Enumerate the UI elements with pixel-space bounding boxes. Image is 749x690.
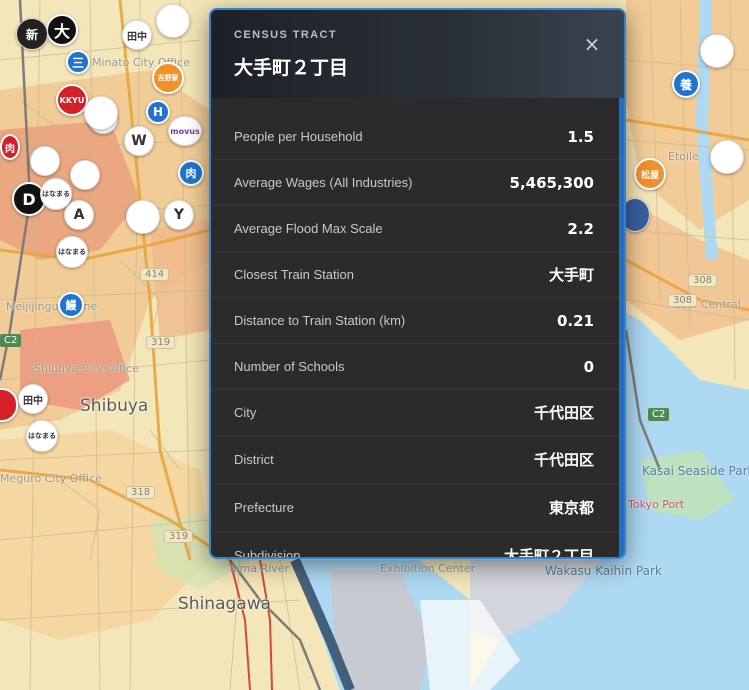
poi-marker-yo[interactable]: 養 (672, 70, 700, 98)
poi-marker-restaurant-4[interactable] (710, 140, 744, 174)
route-c2: C2 (0, 334, 22, 347)
close-button[interactable]: × (580, 32, 604, 56)
attribute-value: 大手町２丁目 (503, 547, 594, 559)
popup-header: CENSUS TRACT 大手町２丁目 × (211, 10, 624, 98)
attribute-value: 5,465,300 (509, 173, 594, 192)
attribute-label: Average Wages (All Industries) (234, 175, 413, 190)
label-shinagawa: Shinagawa (178, 594, 272, 614)
poi-marker-meat-2[interactable]: 肉 (0, 134, 20, 160)
attribute-label: Prefecture (234, 500, 294, 515)
attribute-label: Distance to Train Station (km) (234, 313, 406, 328)
poi-marker-restaurant-5[interactable] (126, 200, 160, 234)
label-meguro-office: Meguro City Office (0, 472, 102, 485)
attribute-value: 千代田区 (533, 451, 594, 469)
attribute-value: 1.5 (567, 127, 594, 146)
attribute-row-subdivision: Subdivision 大手町２丁目 (211, 532, 621, 559)
label-shibuya-office: Shibuya City Office (34, 362, 139, 375)
route-319b: 319 (164, 530, 194, 543)
attribute-row-flood-scale: Average Flood Max Scale 2.2 (211, 206, 621, 252)
attribute-value: 0 (583, 357, 594, 376)
close-icon: × (583, 32, 601, 56)
poi-marker-y[interactable]: Y (164, 200, 194, 230)
poi-marker-restaurant-2[interactable] (156, 4, 190, 38)
poi-marker-hotel[interactable]: H (146, 100, 170, 124)
label-tokyo-port: Tokyo Port (628, 498, 685, 511)
attribute-label: Number of Schools (234, 359, 345, 374)
attribute-label: Subdivision (234, 548, 301, 559)
poi-marker-tanaka-2[interactable]: 田中 (18, 384, 48, 414)
attribute-value: 千代田区 (533, 404, 594, 422)
attribute-row-district: District 千代田区 (211, 436, 621, 484)
route-308: 308 (688, 274, 718, 287)
poi-marker-restaurant-3[interactable] (700, 34, 734, 68)
attribute-label: People per Household (234, 129, 363, 144)
popup-kicker: CENSUS TRACT (234, 29, 337, 41)
label-tama: Tama River (228, 562, 290, 575)
poi-marker-dai[interactable]: 大 (46, 14, 78, 46)
attribute-value: 2.2 (567, 219, 594, 238)
attribute-row-prefecture: Prefecture 東京都 (211, 484, 621, 532)
poi-marker-meat[interactable]: 肉 (178, 160, 204, 186)
attribute-value: 0.21 (556, 311, 594, 330)
label-kasai-seaside: Kasai Seaside Park (642, 464, 749, 478)
poi-marker-w[interactable]: W (124, 126, 154, 156)
census-tract-popup: CENSUS TRACT 大手町２丁目 × People per Househo… (209, 8, 626, 559)
popup-title: 大手町２丁目 (234, 57, 349, 79)
poi-marker-hanamaru[interactable]: はなまる (56, 236, 88, 268)
attribute-row-city: City 千代田区 (211, 390, 621, 436)
attribute-row-schools: Number of Schools 0 (211, 344, 621, 390)
route-414: 414 (140, 268, 170, 281)
poi-marker-hanamaru-3[interactable]: はなまる (40, 178, 72, 210)
poi-marker-hanamaru-2[interactable]: はなまる (26, 420, 58, 452)
poi-marker-eel[interactable]: 鰻 (58, 292, 84, 318)
poi-marker-tanaka-3[interactable]: 田中 (122, 20, 152, 50)
attribute-label: City (234, 405, 257, 420)
route-318: 318 (126, 486, 156, 499)
attribute-value: 大手町 (548, 266, 594, 284)
attribute-row-station-distance: Distance to Train Station (km) 0.21 (211, 298, 621, 344)
poi-marker-yoshinoya[interactable]: 吉野家 (152, 62, 184, 94)
poi-marker-restaurant-7[interactable] (70, 160, 100, 190)
poi-marker-restaurant[interactable] (84, 96, 118, 130)
route-319: 319 (146, 336, 176, 349)
attribute-row-average-wages: Average Wages (All Industries) 5,465,300 (211, 160, 621, 206)
label-etoile: Etoile (668, 150, 699, 163)
attribute-row-closest-station: Closest Train Station 大手町 (211, 252, 621, 298)
poi-marker-mitsu[interactable]: 三 (66, 50, 90, 74)
popup-scrollbar[interactable] (619, 98, 624, 557)
route-308b: 308 (668, 294, 698, 307)
route-c2b: C2 (648, 408, 670, 421)
label-exhibition: Exhibition Center (380, 562, 476, 575)
label-wakasu: Wakasu Kaihin Park (545, 564, 662, 578)
poi-marker-shin[interactable]: 新 (16, 18, 48, 50)
attribute-value: 東京都 (548, 499, 594, 517)
attribute-label: District (234, 452, 274, 467)
attribute-label: Closest Train Station (234, 267, 354, 282)
attribute-label: Average Flood Max Scale (234, 221, 383, 236)
poi-marker-restaurant-6[interactable] (30, 146, 60, 176)
attribute-row-people-per-household: People per Household 1.5 (211, 98, 621, 160)
poi-marker-matsuya[interactable]: 松屋 (634, 158, 666, 190)
poi-marker-movus[interactable]: movus (168, 116, 202, 146)
poi-marker-a[interactable]: A (64, 200, 94, 230)
attribute-list[interactable]: People per Household 1.5 Average Wages (… (211, 98, 624, 559)
label-shibuya: Shibuya (80, 396, 149, 416)
